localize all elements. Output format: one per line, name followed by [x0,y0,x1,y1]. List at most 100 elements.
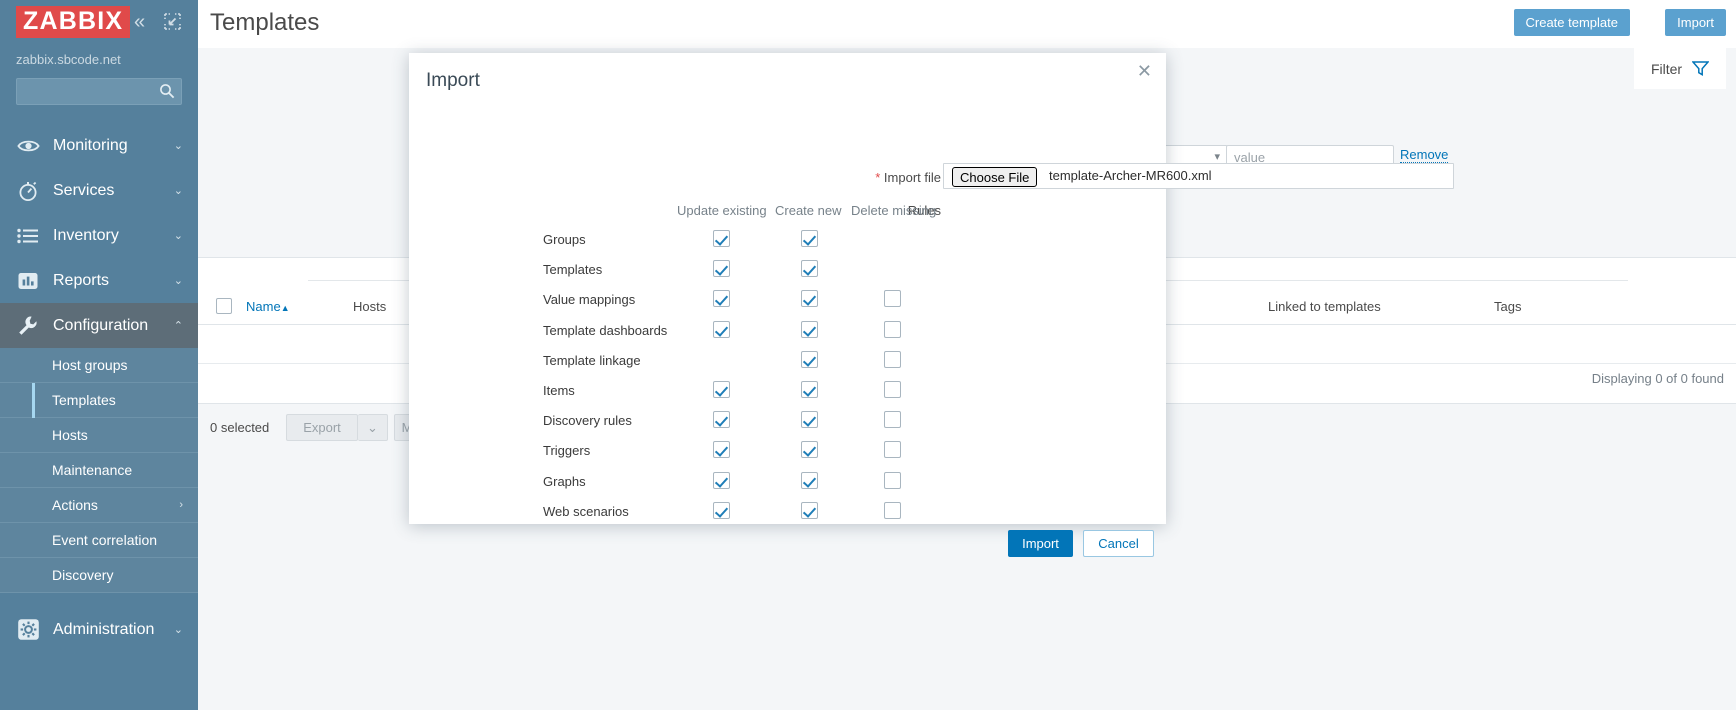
rule-update-checkbox[interactable] [713,501,730,519]
submenu-list: Host groups Templates Hosts Maintenance … [0,348,198,593]
sidebar-item-configuration[interactable]: Configuration ⌃ [0,303,198,348]
instance-host: zabbix.sbcode.net [16,52,121,67]
sidebar-item-templates[interactable]: Templates [0,383,198,418]
rule-update-checkbox[interactable] [713,441,730,459]
rule-create-checkbox[interactable] [801,471,818,489]
chevron-down-icon: ⌄ [173,624,183,636]
expand-corners-icon[interactable] [164,13,181,30]
rule-create-checkbox[interactable] [801,411,818,429]
import-file-label-text: Import file [883,170,941,185]
rule-update-checkbox[interactable] [713,260,730,278]
rule-update-checkbox[interactable] [713,411,730,429]
rule-update-checkbox[interactable] [713,230,730,247]
rule-row: Triggers [409,436,1166,466]
import-button-top[interactable]: Import [1665,9,1726,36]
submenu-label: Discovery [52,567,114,583]
column-linked-to-templates: Linked to templates [1268,299,1381,314]
required-marker: * [875,170,881,185]
rule-delete-checkbox[interactable] [884,381,901,398]
submenu-label: Hosts [52,427,88,443]
column-hosts: Hosts [353,299,387,314]
rule-create-checkbox[interactable] [801,230,818,247]
rule-update-checkbox[interactable] [713,320,730,338]
column-tags: Tags [1494,299,1522,314]
sidebar-item-monitoring[interactable]: Monitoring ⌄ [0,123,198,168]
import-file-field[interactable]: Choose File template-Archer-MR600.xml [943,163,1454,189]
sidebar-item-label: Configuration [53,316,149,334]
chevron-down-icon: ⌄ [173,185,183,197]
search-icon[interactable] [159,83,175,99]
rule-create-checkbox[interactable] [801,290,818,308]
sort-ascending-icon: ▲ [280,303,290,313]
export-button[interactable]: Export [286,414,358,441]
dialog-import-button[interactable]: Import [1008,530,1073,557]
import-file-label: * Import file [829,170,941,185]
rule-label: Graphs [543,473,586,489]
rule-delete-checkbox[interactable] [884,350,901,368]
selected-file-name: template-Archer-MR600.xml [1049,168,1212,183]
rule-delete-checkbox[interactable] [884,441,901,459]
rule-create-checkbox[interactable] [801,381,818,398]
rule-row: Web scenarios [409,497,1166,527]
sidebar-item-label: Administration [53,620,155,638]
filter-tab-label: Filter [1650,60,1683,77]
rule-create-checkbox[interactable] [801,441,818,459]
rule-label: Discovery rules [543,413,632,429]
rule-delete-checkbox[interactable] [884,471,901,489]
gear-icon [16,618,40,642]
rule-delete-checkbox[interactable] [884,320,901,338]
chevron-down-icon: ⌄ [173,140,183,152]
rule-create-checkbox[interactable] [801,501,818,519]
remove-link[interactable]: Remove [1400,147,1449,163]
sidebar-item-event-correlation[interactable]: Event correlation [0,523,198,558]
rule-create-checkbox[interactable] [801,350,818,368]
submenu-label: Host groups [52,357,128,373]
dialog-cancel-button[interactable]: Cancel [1083,530,1154,557]
sidebar-search [16,78,182,105]
sidebar-item-services[interactable]: Services ⌄ [0,168,198,213]
rule-row: Template dashboards [409,316,1166,346]
column-create-new: Create new [775,203,842,218]
sidebar-item-reports[interactable]: Reports ⌄ [0,258,198,303]
sidebar-item-maintenance[interactable]: Maintenance [0,453,198,488]
chevron-right-icon: › [179,499,183,511]
sidebar-item-label: Inventory [53,226,119,244]
rule-create-checkbox[interactable] [801,320,818,338]
rule-update-checkbox[interactable] [713,471,730,489]
rule-row: Value mappings [409,285,1166,315]
rule-label: Value mappings [543,292,636,308]
sidebar-item-hosts[interactable]: Hosts [0,418,198,453]
displaying-count: Displaying 0 of 0 found [1591,371,1724,386]
double-chevron-left-icon[interactable]: « [134,12,145,32]
rule-label: Template dashboards [543,322,668,338]
sidebar-item-actions[interactable]: Actions › [0,488,198,523]
rule-delete-checkbox[interactable] [884,411,901,429]
sidebar-submenu-configuration: Host groups Templates Hosts Maintenance … [0,348,198,593]
sidebar-item-label: Reports [53,271,110,289]
choose-file-button[interactable]: Choose File [952,167,1038,187]
rule-delete-checkbox[interactable] [884,290,901,308]
create-template-button[interactable]: Create template [1513,9,1630,36]
page-title: Templates [210,9,320,36]
selected-count: 0 selected [210,420,270,435]
submenu-label: Maintenance [52,462,133,478]
column-label: Name [246,299,281,314]
rule-update-checkbox[interactable] [713,290,730,308]
export-dropdown-caret[interactable]: ⌄ [358,414,388,441]
sidebar-item-discovery[interactable]: Discovery [0,558,198,593]
sidebar-item-administration[interactable]: Administration ⌄ [0,607,198,652]
rule-delete-checkbox[interactable] [884,501,901,519]
filter-tab[interactable]: Filter [1634,48,1726,89]
rule-create-checkbox[interactable] [801,260,818,278]
column-name[interactable]: Name▲ [246,299,290,314]
column-update-existing: Update existing [677,203,767,218]
search-input[interactable] [16,78,182,105]
eye-icon [16,134,40,158]
rule-update-checkbox[interactable] [713,381,730,398]
sidebar-item-host-groups[interactable]: Host groups [0,348,198,383]
sidebar-header: ZABBIX « [0,0,198,44]
close-icon[interactable]: ✕ [1133,58,1156,84]
sidebar-item-inventory[interactable]: Inventory ⌄ [0,213,198,258]
submenu-label: Event correlation [52,532,158,548]
select-all-checkbox[interactable] [216,298,232,314]
